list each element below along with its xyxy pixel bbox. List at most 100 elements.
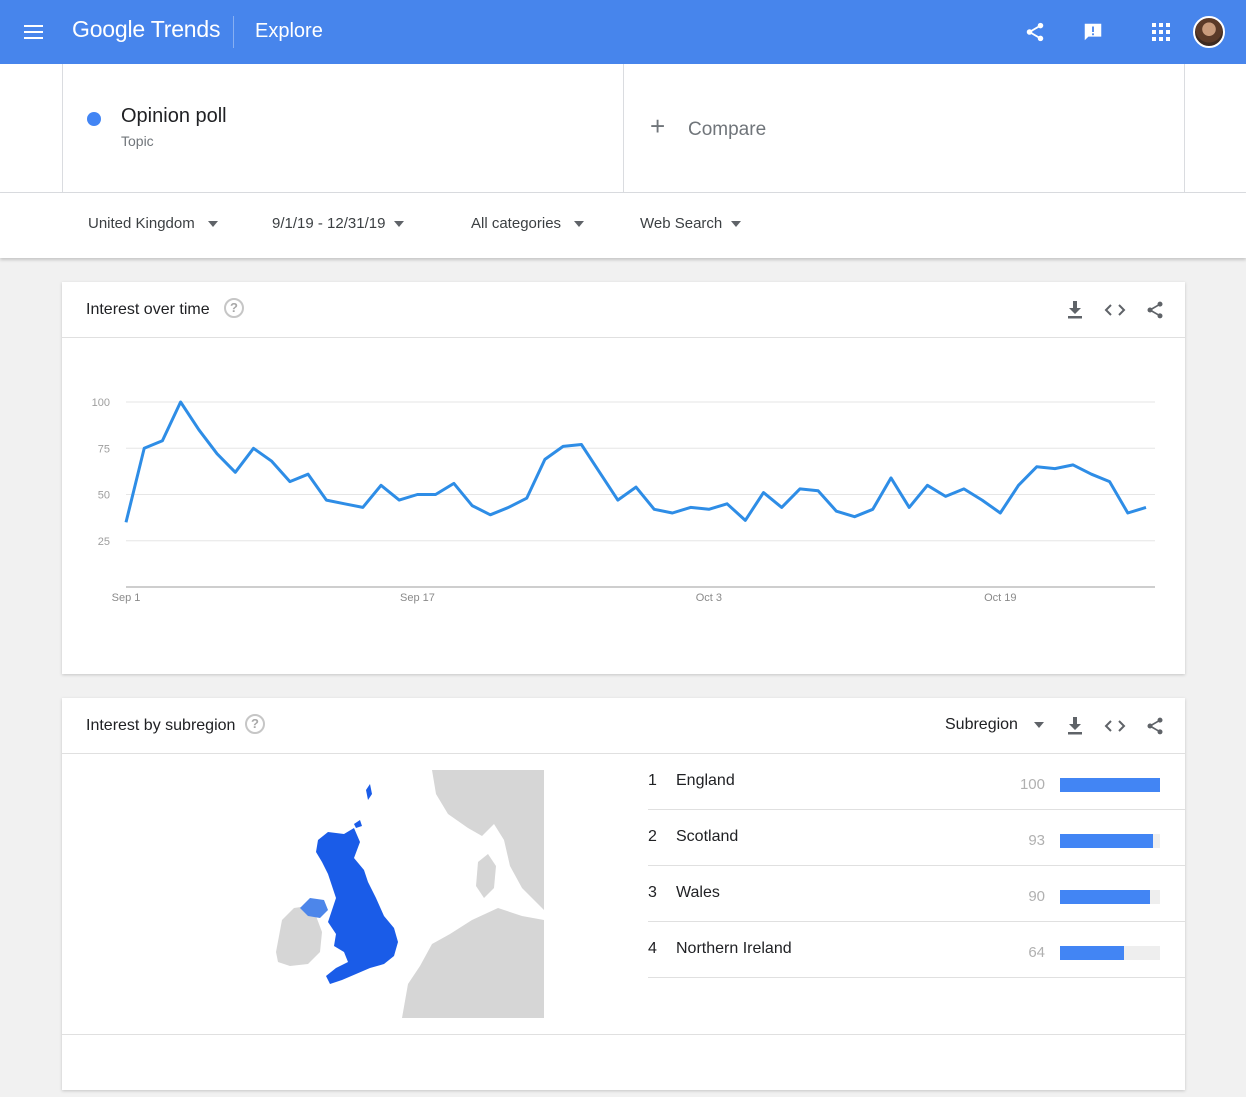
data-point[interactable]	[724, 501, 730, 507]
subregion-map[interactable]	[272, 770, 544, 1018]
data-point[interactable]	[123, 519, 129, 525]
data-point[interactable]	[159, 438, 165, 444]
card-title: Interest over time	[86, 301, 210, 318]
region-filter-label: United Kingdom	[88, 215, 195, 232]
compare-button[interactable]: + Compare	[623, 64, 1185, 192]
search-term-opinion-poll[interactable]: Opinion poll Topic	[62, 64, 624, 192]
data-point[interactable]	[943, 493, 949, 499]
data-point[interactable]	[214, 451, 220, 457]
embed-icon[interactable]	[1103, 298, 1127, 322]
data-point[interactable]	[232, 469, 238, 475]
region-filter[interactable]: United Kingdom	[88, 215, 218, 232]
data-point[interactable]	[396, 497, 402, 503]
data-point[interactable]	[651, 506, 657, 512]
data-point[interactable]	[997, 510, 1003, 516]
data-point[interactable]	[906, 504, 912, 510]
data-point[interactable]	[506, 504, 512, 510]
data-point[interactable]	[761, 490, 767, 496]
download-icon[interactable]	[1063, 714, 1087, 738]
data-point[interactable]	[597, 469, 603, 475]
search-type-filter-label: Web Search	[640, 215, 723, 232]
data-point[interactable]	[269, 458, 275, 464]
data-point[interactable]	[779, 504, 785, 510]
apps-icon[interactable]	[1147, 18, 1175, 46]
data-point[interactable]	[178, 399, 184, 405]
google-trends-logo[interactable]: Google Trends	[72, 16, 220, 43]
data-point[interactable]	[669, 510, 675, 516]
region-value: 64	[1028, 944, 1045, 961]
data-point[interactable]	[1034, 464, 1040, 470]
list-item[interactable]: 3 Wales 90	[648, 866, 1185, 922]
data-point[interactable]	[560, 443, 566, 449]
data-point[interactable]	[141, 445, 147, 451]
dropdown-arrow-icon	[207, 220, 218, 227]
help-icon[interactable]: ?	[245, 714, 265, 734]
list-item[interactable]: 4 Northern Ireland 64	[648, 922, 1185, 978]
list-item[interactable]: 1 England 100	[648, 754, 1185, 810]
y-tick-label: 75	[98, 443, 110, 455]
menu-icon[interactable]	[22, 20, 46, 44]
top-app-bar: Google Trends Explore	[0, 0, 1246, 64]
dropdown-arrow-icon	[731, 220, 742, 227]
data-point[interactable]	[1143, 504, 1149, 510]
data-point[interactable]	[961, 486, 967, 492]
data-point[interactable]	[342, 501, 348, 507]
data-point[interactable]	[360, 504, 366, 510]
data-point[interactable]	[615, 497, 621, 503]
download-icon[interactable]	[1063, 298, 1087, 322]
data-point[interactable]	[1052, 466, 1058, 472]
interest-line-chart: 100 75 50 25 Sep 1 Sep 17 Oct 3 Oct 19	[92, 397, 1155, 604]
data-point[interactable]	[833, 508, 839, 514]
data-point[interactable]	[870, 506, 876, 512]
help-icon[interactable]: ?	[224, 298, 244, 318]
feedback-icon[interactable]	[1079, 18, 1107, 46]
data-point[interactable]	[797, 486, 803, 492]
date-range-filter[interactable]: 9/1/19 - 12/31/19	[272, 215, 405, 232]
data-point[interactable]	[524, 495, 530, 501]
data-point[interactable]	[487, 512, 493, 518]
data-point[interactable]	[852, 514, 858, 520]
data-point[interactable]	[414, 492, 420, 498]
data-point[interactable]	[688, 504, 694, 510]
data-point[interactable]	[888, 475, 894, 481]
data-point[interactable]	[305, 471, 311, 477]
search-type-filter[interactable]: Web Search	[640, 215, 742, 232]
data-point[interactable]	[251, 445, 257, 451]
data-point[interactable]	[578, 442, 584, 448]
data-point[interactable]	[1125, 510, 1131, 516]
data-point[interactable]	[287, 479, 293, 485]
data-point[interactable]	[542, 456, 548, 462]
data-point[interactable]	[323, 497, 329, 503]
subregion-selector[interactable]: Subregion	[945, 716, 1044, 734]
embed-icon[interactable]	[1103, 714, 1127, 738]
card-header: Interest over time ?	[62, 282, 1185, 338]
data-point[interactable]	[196, 427, 202, 433]
data-point[interactable]	[1070, 462, 1076, 468]
compare-label: Compare	[688, 119, 767, 140]
data-point[interactable]	[742, 517, 748, 523]
data-point[interactable]	[979, 497, 985, 503]
data-point[interactable]	[1088, 471, 1094, 477]
data-point[interactable]	[469, 503, 475, 509]
list-item[interactable]: 2 Scotland 93	[648, 810, 1185, 866]
series-line[interactable]	[124, 400, 1147, 523]
share-icon[interactable]	[1143, 714, 1167, 738]
category-filter[interactable]: All categories	[471, 215, 585, 232]
avatar[interactable]	[1193, 16, 1225, 48]
data-point[interactable]	[1107, 479, 1113, 485]
share-icon[interactable]	[1021, 18, 1049, 46]
data-point[interactable]	[815, 488, 821, 494]
region-bar-track	[1060, 834, 1160, 848]
data-point[interactable]	[378, 482, 384, 488]
card-footer-divider	[62, 1034, 1185, 1035]
logo-trends-text: Trends	[150, 16, 221, 42]
data-point[interactable]	[924, 482, 930, 488]
data-point[interactable]	[633, 484, 639, 490]
data-point[interactable]	[451, 480, 457, 486]
data-point[interactable]	[433, 492, 439, 498]
region-value: 100	[1019, 776, 1045, 793]
y-tick-label: 100	[92, 397, 110, 409]
data-point[interactable]	[1016, 482, 1022, 488]
share-icon[interactable]	[1143, 298, 1167, 322]
data-point[interactable]	[706, 506, 712, 512]
